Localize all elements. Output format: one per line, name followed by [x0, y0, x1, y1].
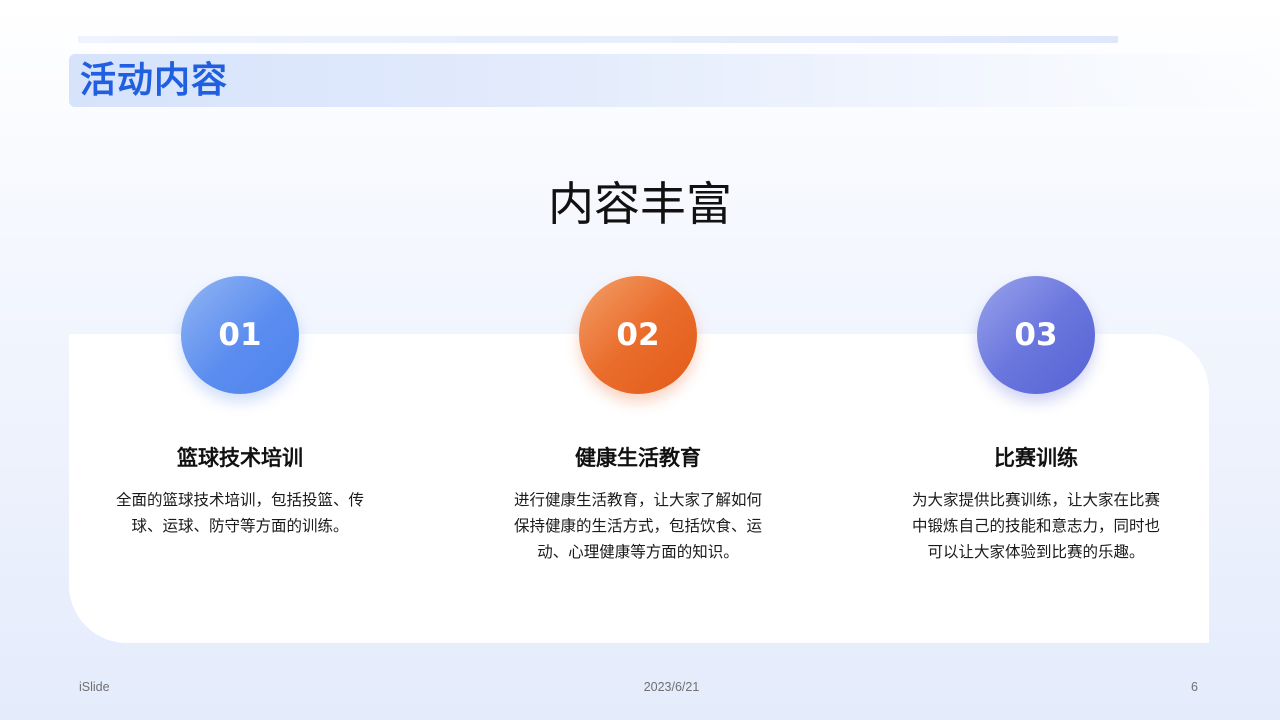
item-title: 篮球技术培训 [177, 446, 303, 470]
footer-date: 2023/6/21 [643, 680, 700, 694]
title-band [69, 54, 1280, 107]
page-title: 活动内容 [80, 60, 229, 101]
item-title: 比赛训练 [994, 446, 1078, 470]
slide-headline: 内容丰富 [548, 177, 732, 231]
item-title: 健康生活教育 [575, 446, 701, 470]
item-description: 为大家提供比赛训练，让大家在比赛中锻炼自己的技能和意志力，同时也可以让大家体验到… [911, 491, 1160, 561]
number-badge: 02 [579, 276, 697, 394]
footer-page-number: 6 [1191, 680, 1198, 694]
item-description: 进行健康生活教育，让大家了解如何保持健康的生活方式，包括饮食、运动、心理健康等方… [513, 491, 762, 561]
number-badge: 01 [181, 276, 299, 394]
number-badge: 03 [977, 276, 1095, 394]
top-decorative-bar [78, 36, 1118, 43]
item-description: 全面的篮球技术培训，包括投篮、传球、运球、防守等方面的训练。 [115, 491, 364, 535]
